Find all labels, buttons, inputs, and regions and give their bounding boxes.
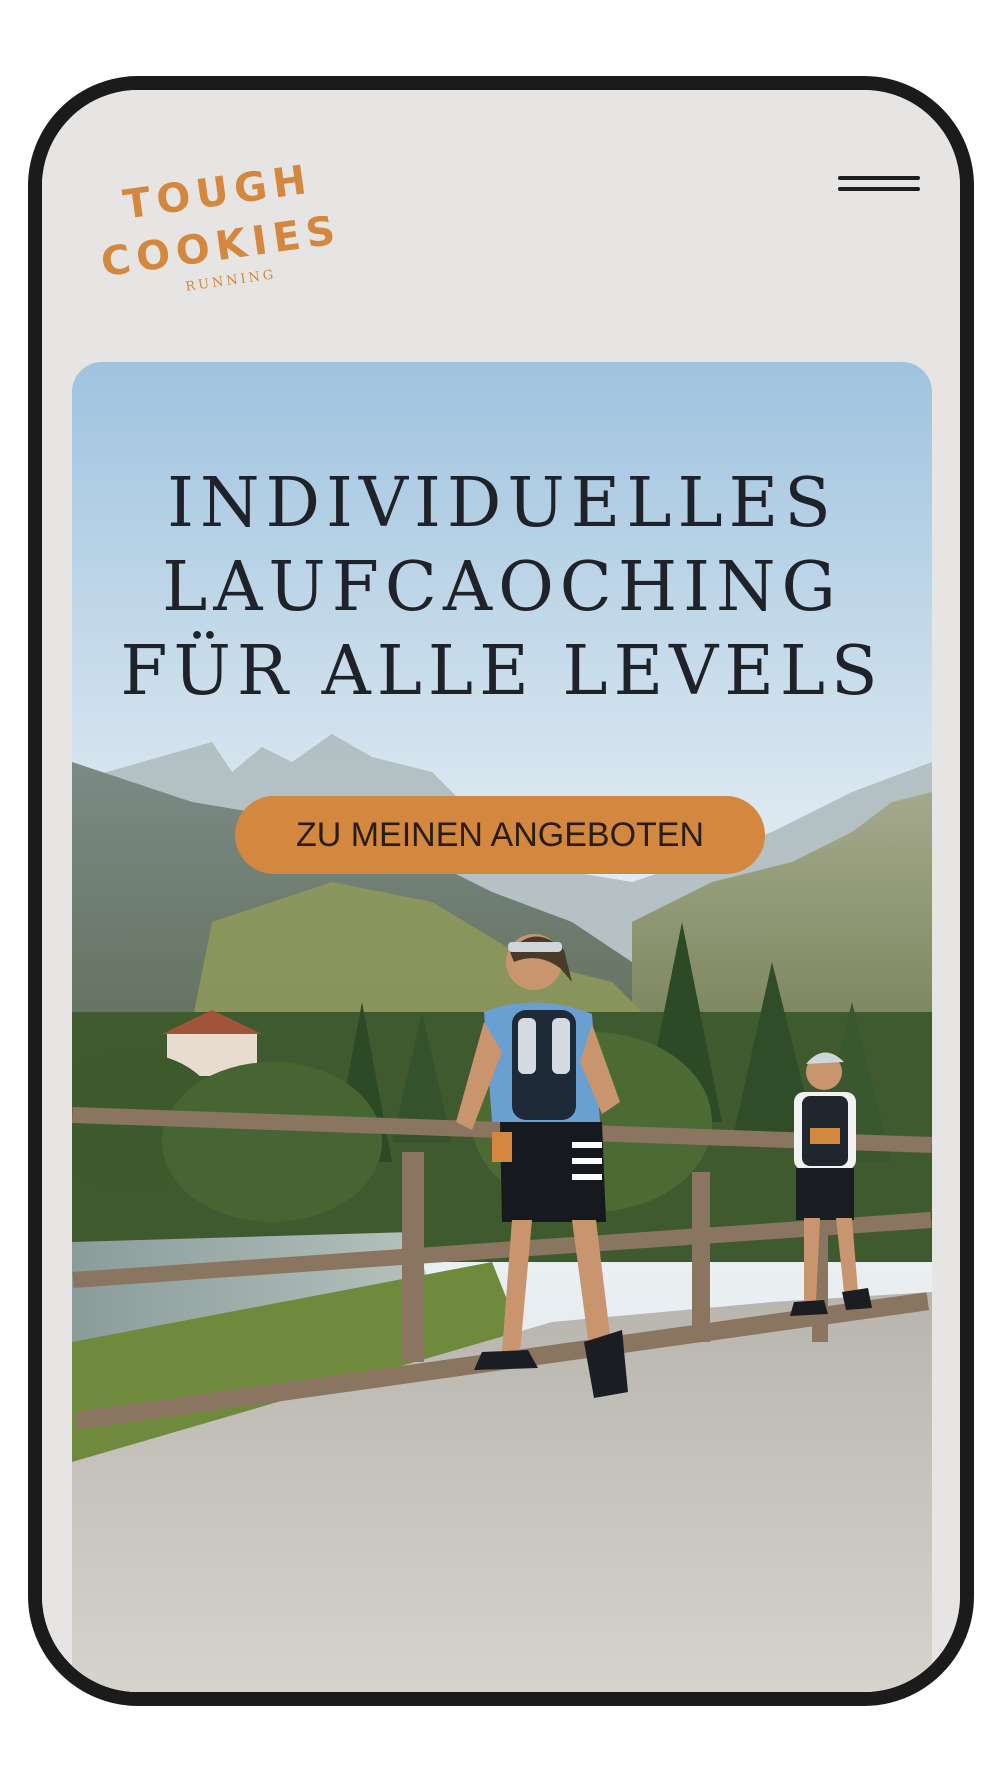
logo-graphic: TOUGH COOKIES RUNNING	[98, 157, 343, 295]
hero-headline-line2: LAUFCAOCHING	[162, 548, 842, 627]
phone-screen: TOUGH COOKIES RUNNING INDIVIDUELLES LAUF…	[42, 90, 960, 1692]
stray-quote-mark: „	[960, 702, 972, 727]
menu-bar-top	[838, 176, 920, 180]
hero-headline-line1: INDIVIDUELLES	[167, 464, 837, 543]
hero-headline-line3: FÜR ALLE LEVELS	[120, 632, 884, 711]
tough-cookies-logo[interactable]: TOUGH COOKIES RUNNING	[86, 136, 346, 296]
hero-section: INDIVIDUELLES LAUFCAOCHING FÜR ALLE LEVE…	[72, 362, 932, 1692]
hamburger-menu-icon[interactable]	[838, 170, 920, 200]
hero-headline: INDIVIDUELLES LAUFCAOCHING FÜR ALLE LEVE…	[72, 462, 932, 714]
menu-bar-bottom	[838, 187, 920, 191]
phone-frame: TOUGH COOKIES RUNNING INDIVIDUELLES LAUF…	[28, 76, 974, 1706]
page-stage: TOUGH COOKIES RUNNING INDIVIDUELLES LAUF…	[0, 0, 1000, 1778]
offers-cta-button[interactable]: ZU MEINEN ANGEBOTEN	[235, 796, 765, 874]
